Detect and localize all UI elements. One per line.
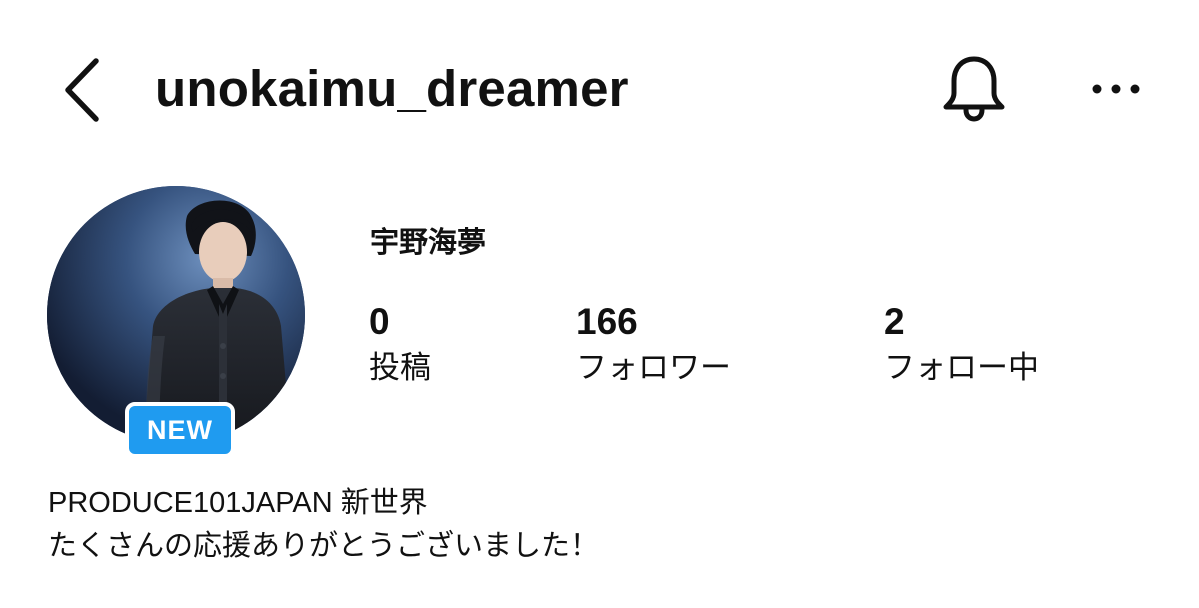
bio-line: PRODUCE101JAPAN 新世界	[48, 487, 428, 519]
back-button[interactable]	[58, 55, 108, 125]
bio-line: たくさんの応援ありがとうございました！	[48, 528, 600, 562]
profile-page: unokaimu_dreamer NEW 宇野海夢 0 投稿 166 フォロワー…	[0, 0, 1199, 608]
new-badge: NEW	[125, 402, 235, 458]
posts-label: 投稿	[369, 350, 431, 386]
chevron-left-icon	[65, 58, 99, 122]
posts-count: 0	[369, 301, 390, 342]
profile-bio: PRODUCE101JAPAN 新世界 たくさんの応援ありがとうございました！	[48, 482, 599, 566]
profile-avatar-container[interactable]: NEW	[47, 186, 305, 458]
stat-following[interactable]: 2 フォロー中	[884, 300, 1039, 388]
following-count: 2	[884, 301, 905, 342]
stat-posts[interactable]: 0 投稿	[369, 300, 431, 388]
profile-username: unokaimu_dreamer	[155, 60, 629, 117]
following-label: フォロー中	[884, 350, 1039, 386]
followers-count: 166	[576, 301, 638, 342]
display-name: 宇野海夢	[370, 225, 487, 259]
more-horizontal-icon	[1092, 84, 1140, 94]
bell-icon	[943, 56, 1005, 122]
stat-followers[interactable]: 166 フォロワー	[576, 300, 731, 388]
more-options-button[interactable]	[1088, 76, 1144, 102]
notifications-button[interactable]	[938, 53, 1010, 125]
followers-label: フォロワー	[576, 350, 731, 386]
